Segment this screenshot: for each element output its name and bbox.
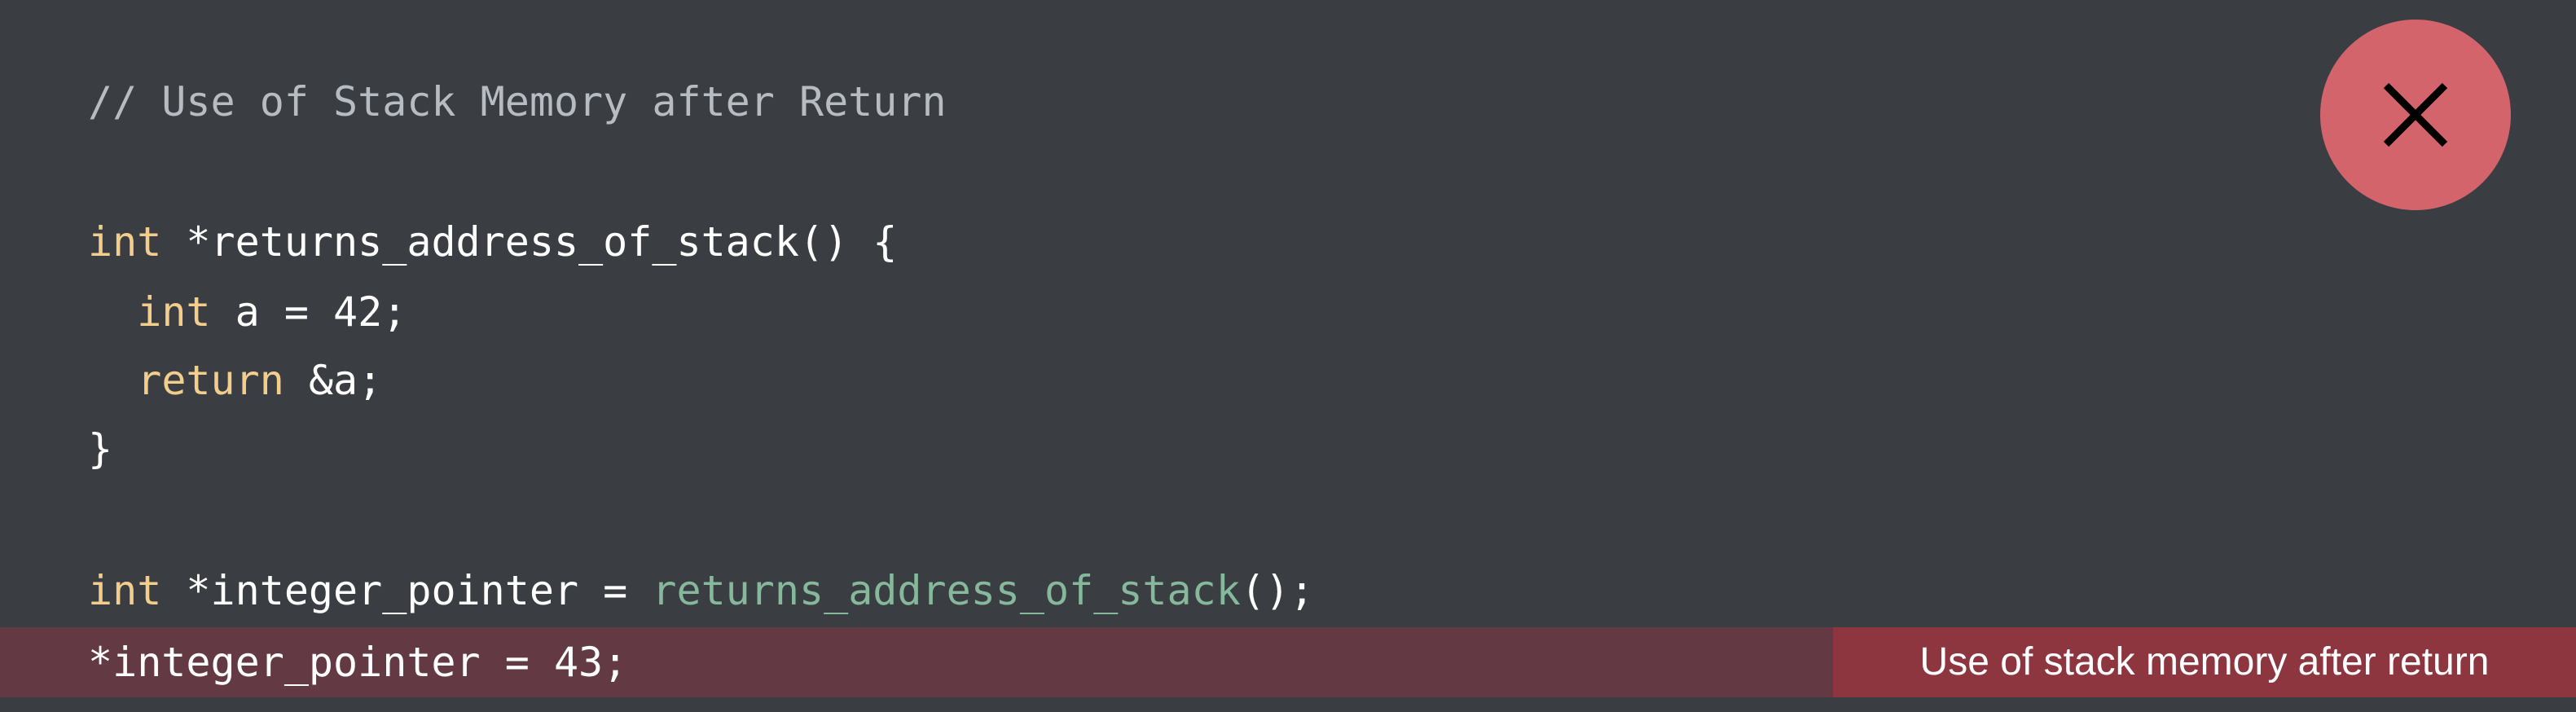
closing-brace: } <box>88 425 113 472</box>
code-line-closing-brace: } <box>88 414 112 484</box>
pointer-declaration-text: *integer_pointer = <box>161 567 653 614</box>
code-line-function-signature: int *returns_address_of_stack() { <box>88 207 897 277</box>
keyword-return: return <box>137 357 284 404</box>
code-line-local-variable: int a = 42; <box>88 277 407 347</box>
comment-text: // Use of Stack Memory after Return <box>88 78 947 125</box>
code-line-comment: // Use of Stack Memory after Return <box>88 67 947 137</box>
code-editor: // Use of Stack Memory after Return int … <box>0 0 2576 712</box>
code-line-pointer-assignment: int *integer_pointer = returns_address_o… <box>88 556 1314 626</box>
function-call-end: (); <box>1240 567 1315 614</box>
keyword-int: int <box>137 288 211 336</box>
code-line-return: return &a; <box>88 345 382 415</box>
function-call-name: returns_address_of_stack <box>652 567 1241 614</box>
keyword-int: int <box>88 218 162 266</box>
code-line-error: *integer_pointer = 43; <box>88 627 627 697</box>
keyword-int: int <box>88 567 162 614</box>
function-signature-text: *returns_address_of_stack() { <box>161 218 898 266</box>
return-expression-text: &a; <box>284 357 383 404</box>
error-message-badge[interactable]: Use of stack memory after return <box>1833 627 2576 697</box>
variable-declaration-text: a = 42; <box>210 288 407 336</box>
close-button[interactable] <box>2320 20 2511 210</box>
error-line-text: *integer_pointer = 43; <box>88 639 628 686</box>
close-icon <box>2383 82 2448 147</box>
